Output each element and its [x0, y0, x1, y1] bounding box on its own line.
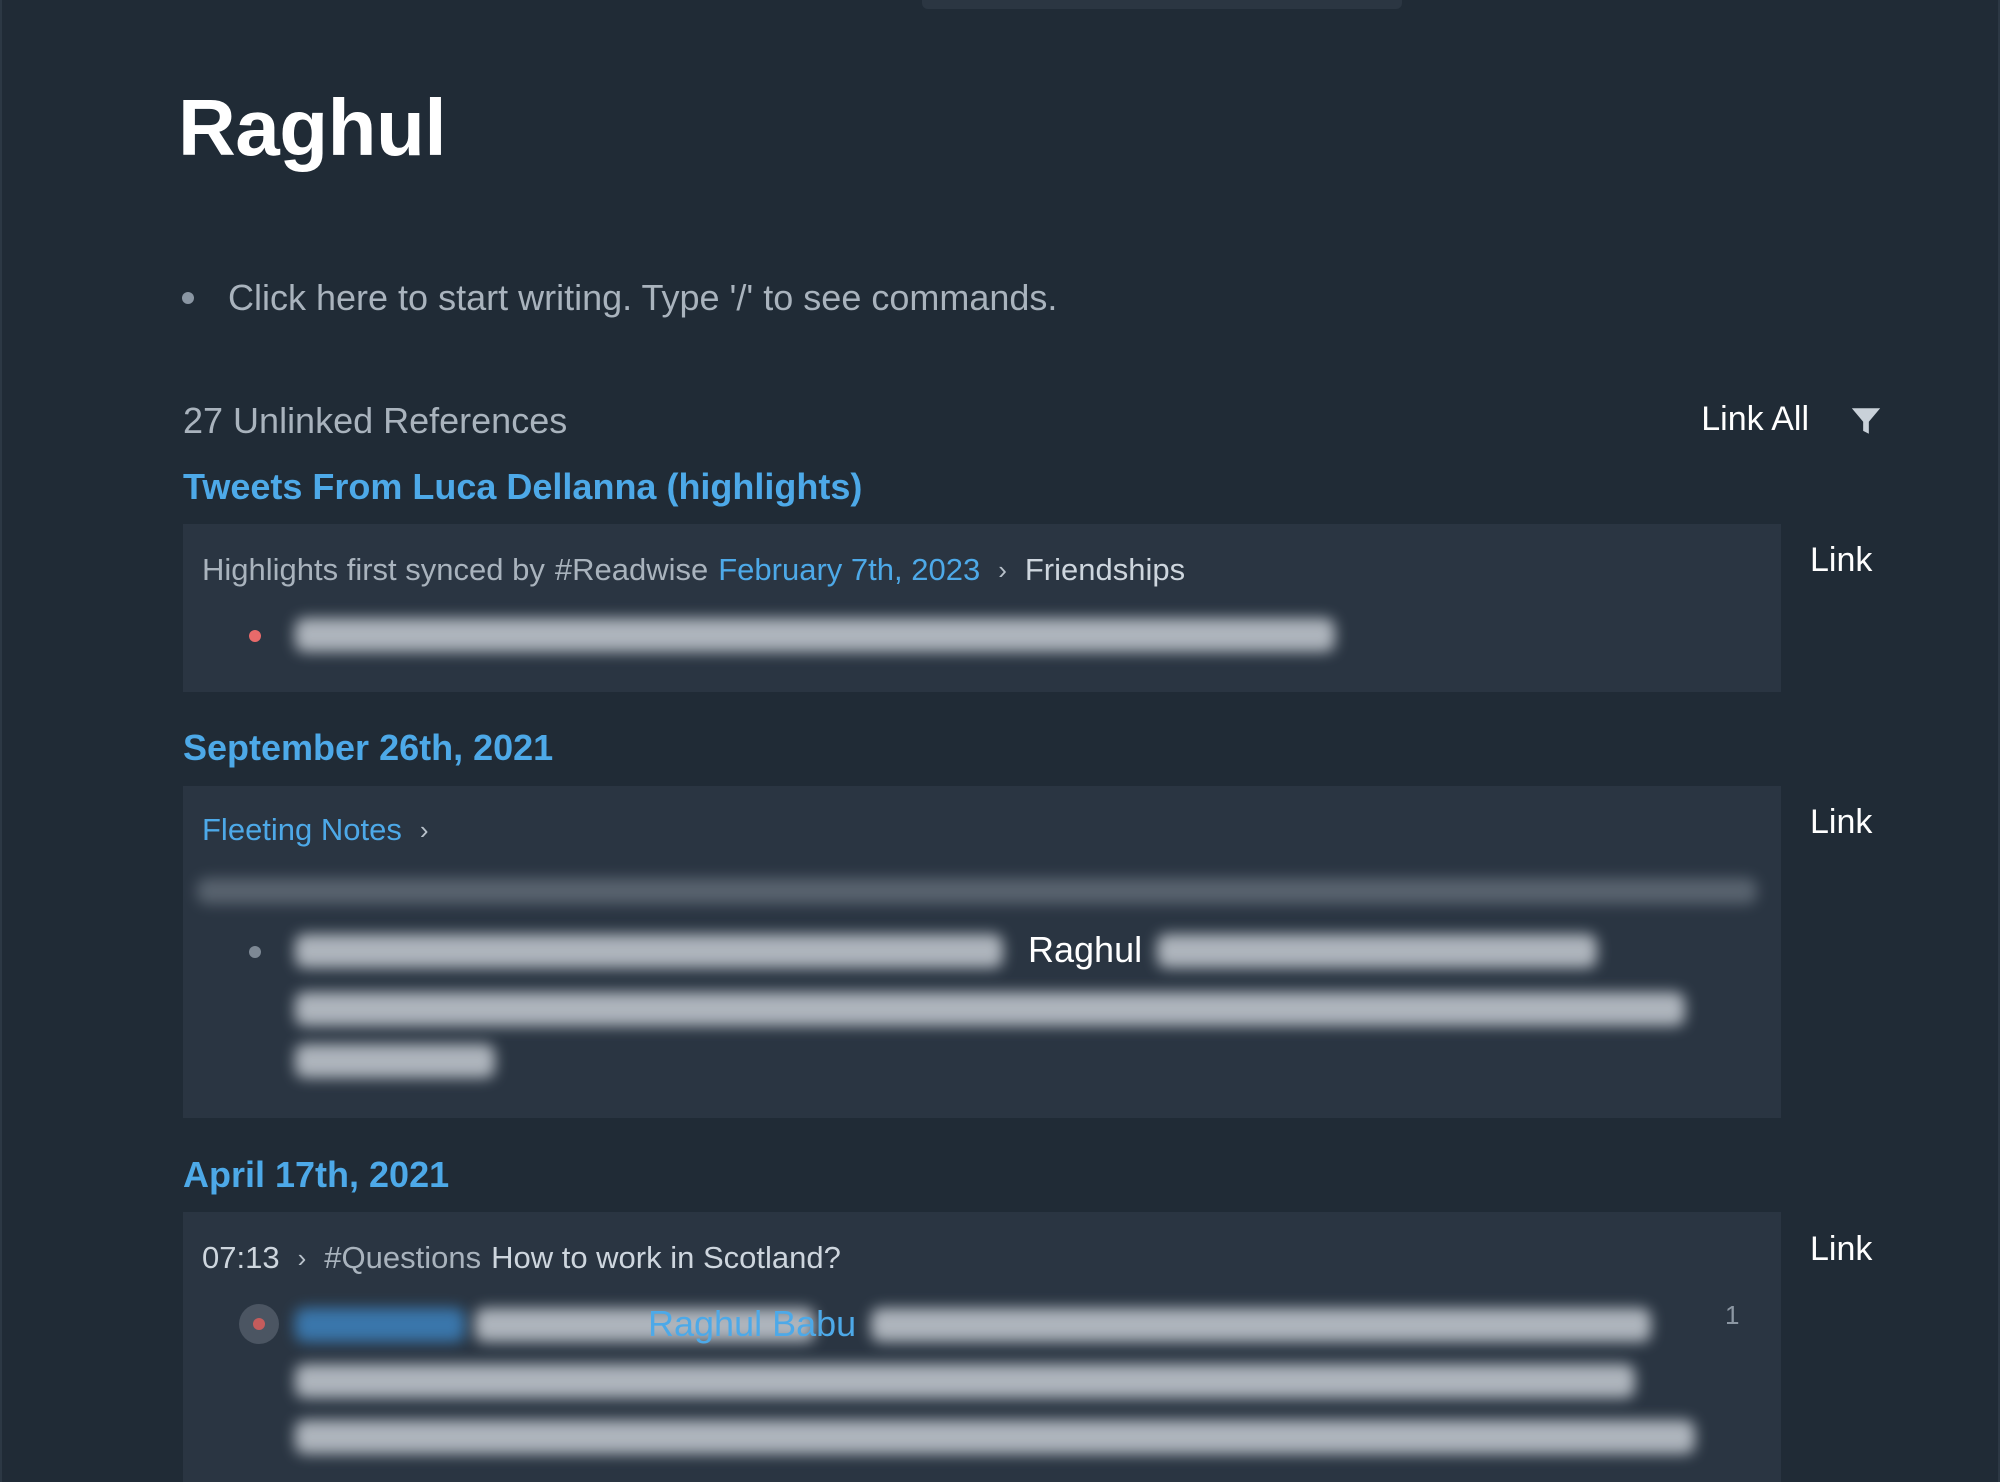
- link-button[interactable]: Link: [1810, 803, 1872, 842]
- breadcrumb-page-link[interactable]: Friendships: [1025, 552, 1185, 588]
- top-drag-handle[interactable]: [922, 0, 1402, 9]
- page-title[interactable]: Raghul: [178, 82, 447, 174]
- empty-block[interactable]: Click here to start writing. Type '/' to…: [182, 276, 1057, 320]
- blurred-block-text[interactable]: [1157, 934, 1597, 968]
- page-link[interactable]: Raghul Babu: [648, 1303, 856, 1345]
- blurred-block-text[interactable]: [295, 992, 1685, 1026]
- filter-icon[interactable]: [1849, 404, 1883, 438]
- main-panel: Raghul Click here to start writing. Type…: [0, 0, 2000, 1482]
- blurred-block-text[interactable]: [871, 1308, 1651, 1342]
- child-count-badge[interactable]: 1: [1725, 1300, 1739, 1331]
- block-bullet[interactable]: [249, 630, 261, 642]
- breadcrumb-question[interactable]: How to work in Scotland?: [491, 1240, 841, 1276]
- questions-tag[interactable]: #Questions: [324, 1240, 481, 1276]
- blurred-block-text[interactable]: [295, 1420, 1695, 1454]
- chevron-right-icon: ›: [998, 554, 1007, 585]
- blurred-block-text[interactable]: [295, 618, 1335, 652]
- chevron-right-icon: ›: [419, 814, 429, 845]
- breadcrumb-page-link[interactable]: Fleeting Notes: [202, 812, 402, 848]
- unlinked-references-count[interactable]: 27 Unlinked References: [183, 400, 567, 442]
- reference-group-title[interactable]: Tweets From Luca Dellanna (highlights): [183, 466, 862, 508]
- reference-group-title[interactable]: April 17th, 2021: [183, 1154, 449, 1196]
- reference-group-title[interactable]: September 26th, 2021: [183, 727, 553, 769]
- breadcrumb: 07:13 › #Questions How to work in Scotla…: [202, 1240, 841, 1276]
- reference-card: Fleeting Notes › Raghul: [183, 786, 1781, 1118]
- blurred-block-text[interactable]: [295, 934, 1003, 968]
- blurred-block-text[interactable]: [295, 1044, 495, 1078]
- block-bullet[interactable]: [182, 292, 194, 304]
- chevron-right-icon: ›: [297, 1242, 307, 1273]
- blurred-tag-text[interactable]: [295, 1308, 465, 1342]
- reference-card: Highlights first synced by #Readwise Feb…: [183, 524, 1781, 692]
- breadcrumb: Highlights first synced by #Readwise Feb…: [202, 552, 1185, 588]
- bullet-dot: [253, 1318, 265, 1330]
- blurred-block-text[interactable]: [295, 1364, 1635, 1398]
- breadcrumb: Fleeting Notes ›: [202, 812, 447, 848]
- readwise-tag[interactable]: #Readwise: [555, 552, 708, 588]
- link-button[interactable]: Link: [1810, 541, 1872, 580]
- blurred-parent-text[interactable]: [197, 878, 1757, 904]
- reference-card: 07:13 › #Questions How to work in Scotla…: [183, 1212, 1781, 1482]
- block-placeholder[interactable]: Click here to start writing. Type '/' to…: [228, 277, 1057, 319]
- breadcrumb-date-link[interactable]: February 7th, 2023: [718, 552, 980, 588]
- block-bullet[interactable]: [249, 946, 261, 958]
- link-button[interactable]: Link: [1810, 1230, 1872, 1269]
- collapsed-block-bullet[interactable]: [239, 1304, 279, 1344]
- link-all-button[interactable]: Link All: [1701, 400, 1809, 439]
- breadcrumb-time[interactable]: 07:13: [202, 1240, 280, 1276]
- unlinked-references-header: 27 Unlinked References Link All: [183, 396, 1883, 444]
- highlighted-mention[interactable]: Raghul: [1028, 929, 1142, 971]
- breadcrumb-prefix: Highlights first synced by: [202, 552, 545, 587]
